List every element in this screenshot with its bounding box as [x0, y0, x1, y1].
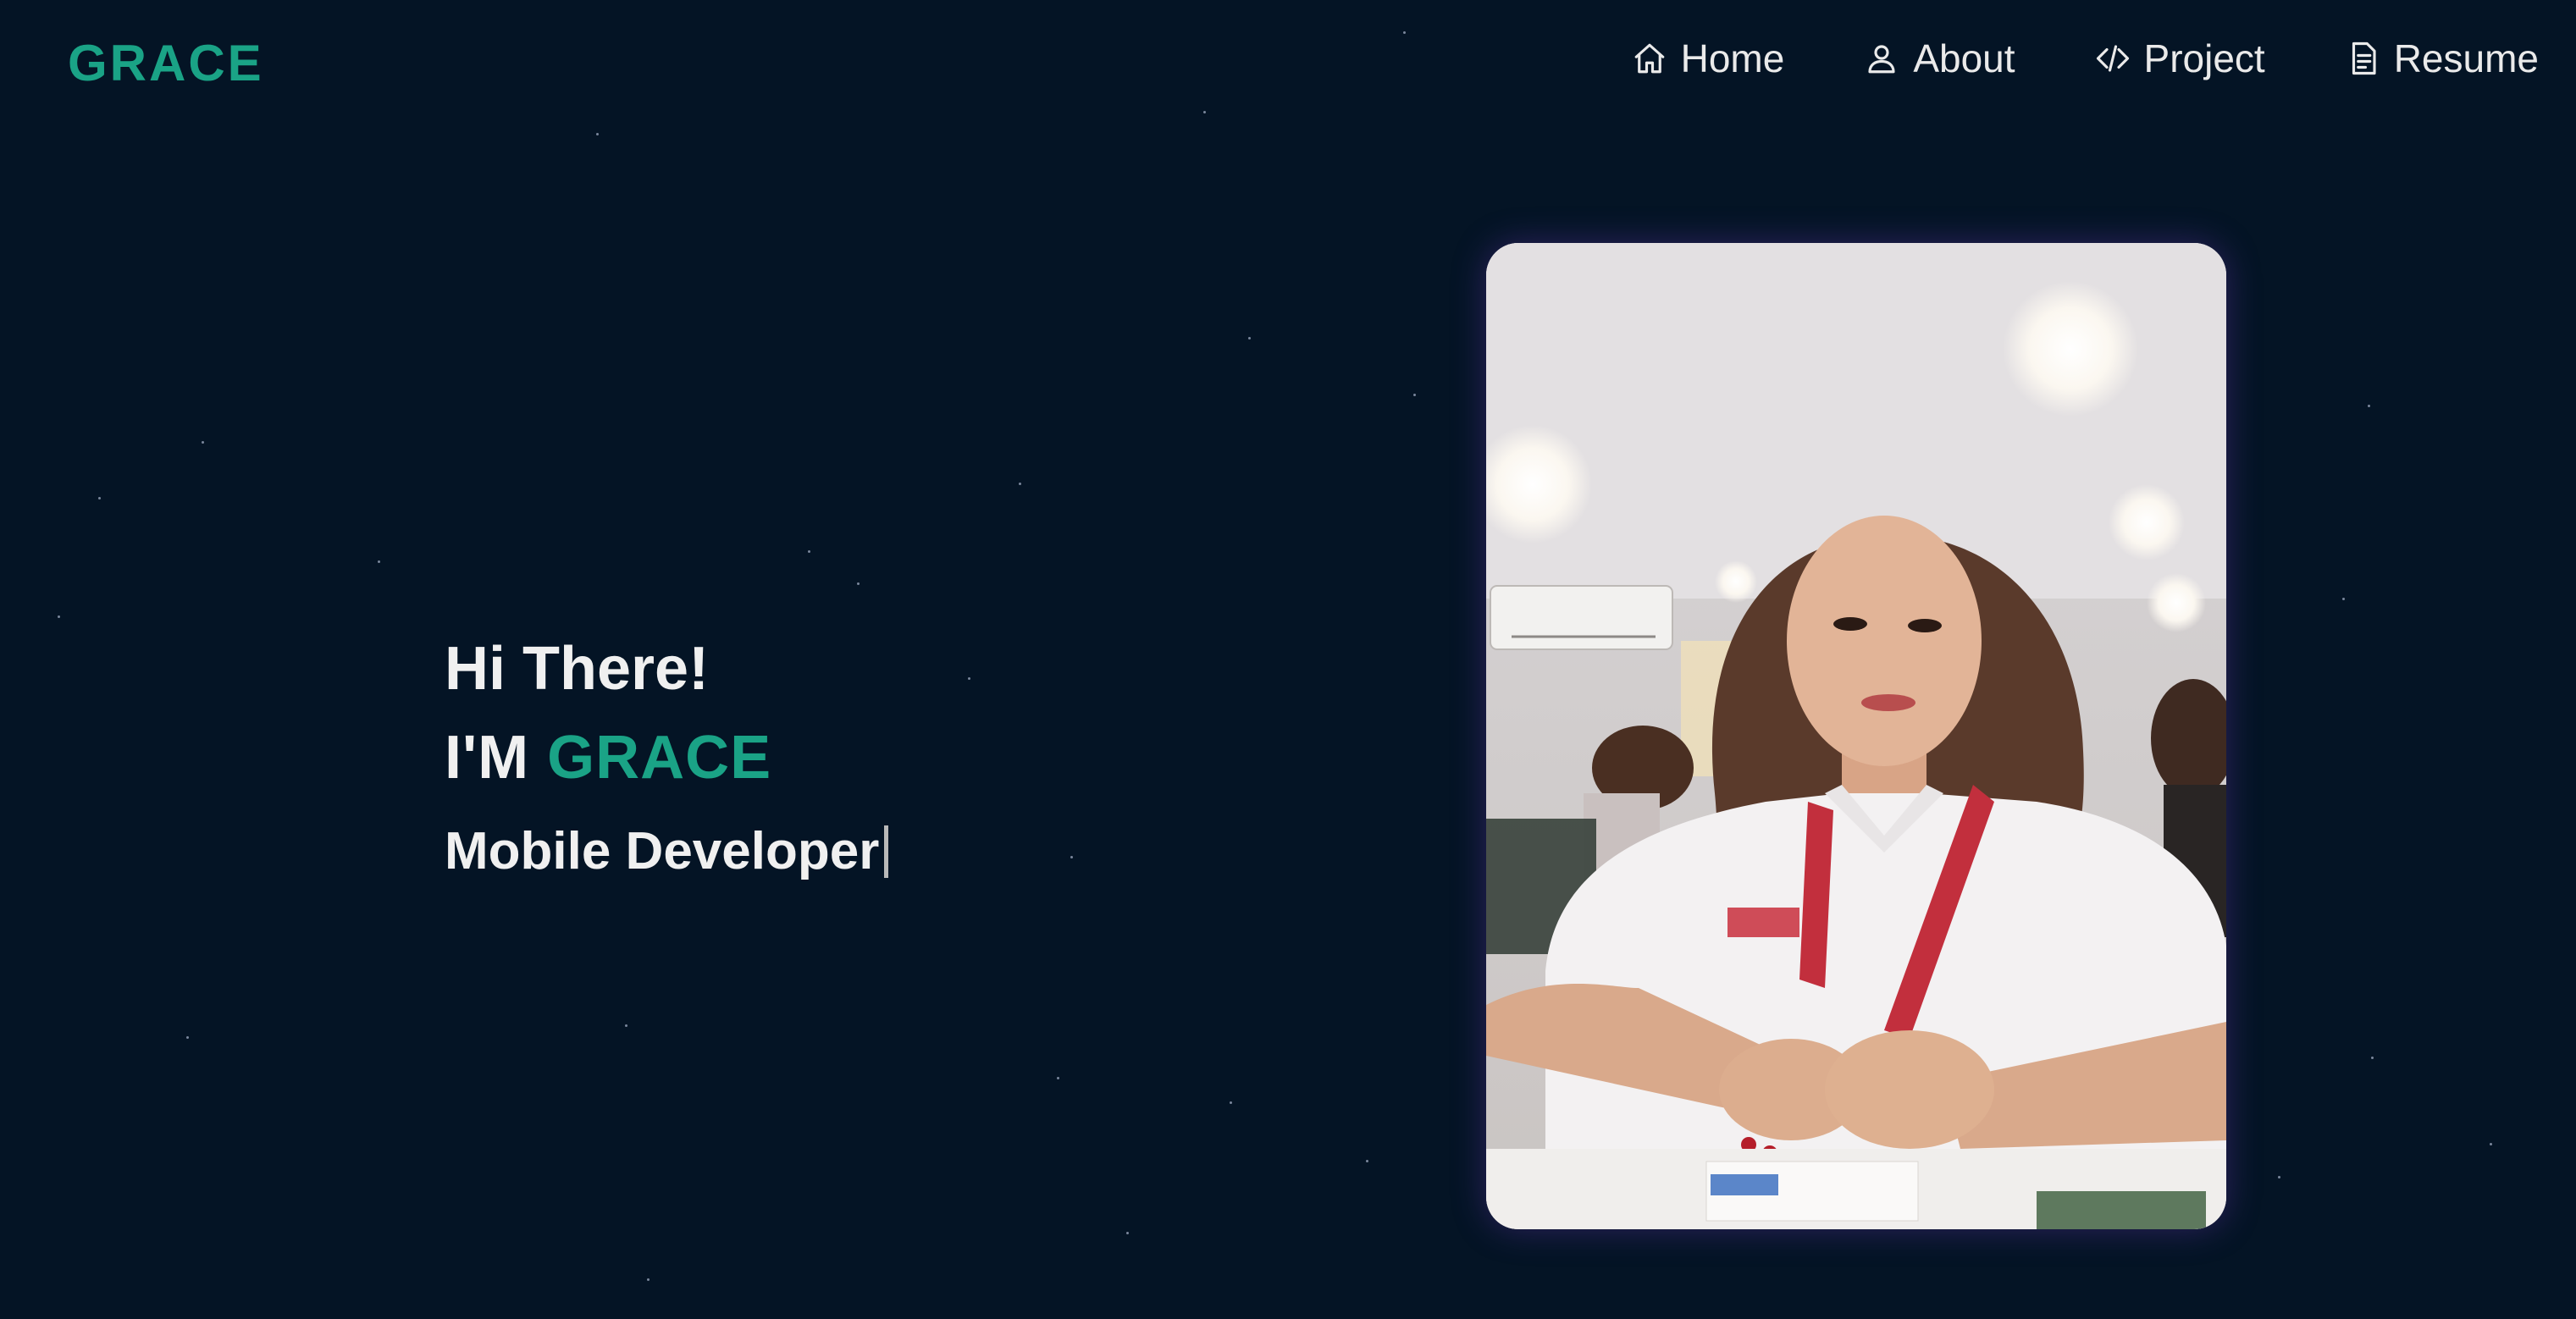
home-icon: [1634, 43, 1664, 74]
hero-heading: I'M GRACE: [445, 711, 888, 804]
hero-role-typewriter: Mobile Developer: [445, 821, 889, 881]
nav-item-label: Project: [2143, 36, 2265, 80]
hero-intro: Hi There! I'M GRACE Mobile Developer: [445, 626, 889, 881]
nav-item-about[interactable]: About: [1864, 36, 2015, 81]
profile-photo-illustration: [1486, 243, 2226, 1229]
nav-item-home[interactable]: Home: [1632, 36, 1785, 81]
profile-photo: [1486, 243, 2226, 1229]
nav-links: Home About Project Resume: [1632, 36, 2539, 81]
hero-role: Mobile Developer: [445, 822, 880, 880]
nav-item-label: About: [1913, 36, 2015, 80]
user-icon: [1868, 45, 1895, 74]
nav-item-label: Resume: [2393, 36, 2539, 80]
typing-cursor: [884, 825, 889, 878]
document-icon: [2352, 41, 2376, 75]
nav-item-project[interactable]: Project: [2095, 36, 2265, 81]
brand-logo[interactable]: GRACE: [68, 34, 264, 92]
hero-greeting: Hi There!: [445, 635, 710, 703]
hero-name: GRACE: [547, 724, 772, 792]
nav-item-label: Home: [1680, 36, 1785, 80]
navbar: GRACE Home About Project Resume: [0, 0, 2576, 123]
hero-intro-prefix: I'M: [445, 724, 548, 792]
code-icon: [2096, 45, 2129, 72]
nav-item-resume[interactable]: Resume: [2345, 36, 2539, 81]
